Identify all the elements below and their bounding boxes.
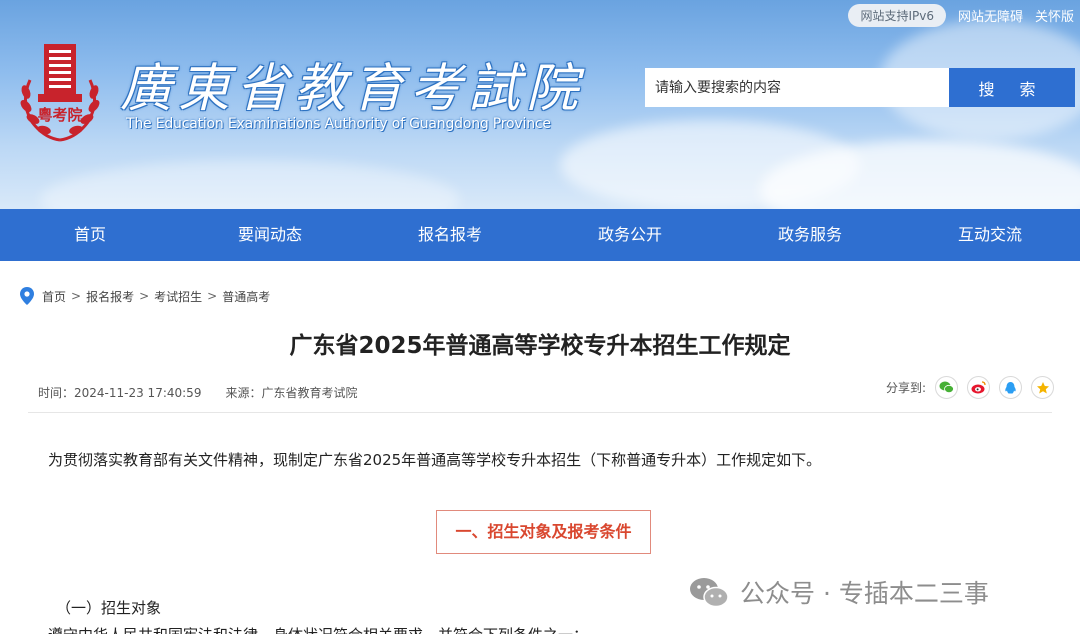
article-body-line: 遵守中华人民共和国宪法和法律，身体状况符合相关要求，并符合下列条件之一：: [48, 624, 588, 634]
breadcrumb-separator: >: [139, 289, 150, 303]
wechat-watermark-icon: [690, 578, 729, 608]
breadcrumb-gaokao[interactable]: 普通高考: [222, 288, 270, 305]
nav-item-news[interactable]: 要闻动态: [180, 209, 360, 261]
ipv6-badge: 网站支持IPv6: [848, 4, 946, 27]
qzone-icon[interactable]: [1031, 376, 1054, 399]
breadcrumb-separator: >: [71, 289, 82, 303]
watermark: 公众号 · 专插本二三事: [688, 574, 989, 610]
location-pin-icon: [20, 287, 34, 305]
main-nav: 首页 要闻动态 报名报考 政务公开 政务服务 互动交流: [0, 209, 1080, 261]
qq-icon[interactable]: [999, 376, 1022, 399]
site-title: 廣東省教育考試院: [120, 59, 585, 119]
search-box: 搜 索: [645, 68, 1075, 107]
breadcrumb-exam-admission[interactable]: 考试招生: [154, 288, 202, 305]
top-links: 网站支持IPv6 网站无障碍 关怀版: [848, 4, 1074, 27]
article-source: 来源：广东省教育考试院: [225, 386, 358, 400]
search-button[interactable]: 搜 索: [949, 68, 1075, 107]
watermark-text: 公众号 · 专插本二三事: [740, 579, 989, 608]
breadcrumb-separator: >: [207, 289, 218, 303]
accessibility-link[interactable]: 网站无障碍: [958, 6, 1023, 25]
page: 网站支持IPv6 网站无障碍 关怀版 粵考院 廣東省教育考試院 The Educ…: [0, 0, 1080, 634]
article-meta: 时间：2024-11-23 17:40:59 来源：广东省教育考试院: [38, 384, 357, 401]
logo-text: 粵考院: [37, 106, 82, 124]
search-input[interactable]: [645, 68, 949, 107]
elder-mode-link[interactable]: 关怀版: [1035, 6, 1074, 25]
nav-item-government-affairs[interactable]: 政务公开: [540, 209, 720, 261]
breadcrumb: 首页 > 报名报考 > 考试招生 > 普通高考: [20, 287, 270, 305]
article-title: 广东省2025年普通高等学校专升本招生工作规定: [289, 333, 791, 359]
nav-item-registration[interactable]: 报名报考: [360, 209, 540, 261]
share-bar: 分享到:: [886, 376, 1054, 399]
wechat-icon[interactable]: [935, 376, 958, 399]
nav-item-government-services[interactable]: 政务服务: [720, 209, 900, 261]
publish-time: 时间：2024-11-23 17:40:59: [38, 386, 202, 400]
nav-item-home[interactable]: 首页: [0, 209, 180, 261]
article-intro: 为贯彻落实教育部有关文件精神，现制定广东省2025年普通高等学校专升本招生（下称…: [48, 451, 822, 469]
header-banner: 网站支持IPv6 网站无障碍 关怀版 粵考院 廣東省教育考試院 The Educ…: [0, 0, 1080, 210]
weibo-icon[interactable]: [967, 376, 990, 399]
section-heading: 一、招生对象及报考条件: [436, 510, 651, 554]
meta-divider: [28, 412, 1052, 413]
sub-heading: （一）招生对象: [56, 599, 162, 617]
breadcrumb-home[interactable]: 首页: [42, 288, 66, 305]
share-label: 分享到:: [885, 381, 926, 395]
breadcrumb-registration[interactable]: 报名报考: [86, 288, 134, 305]
logo-icon[interactable]: 粵考院: [14, 40, 106, 142]
nav-item-interaction[interactable]: 互动交流: [900, 209, 1080, 261]
site-subtitle: The Education Examinations Authority of …: [126, 116, 551, 132]
